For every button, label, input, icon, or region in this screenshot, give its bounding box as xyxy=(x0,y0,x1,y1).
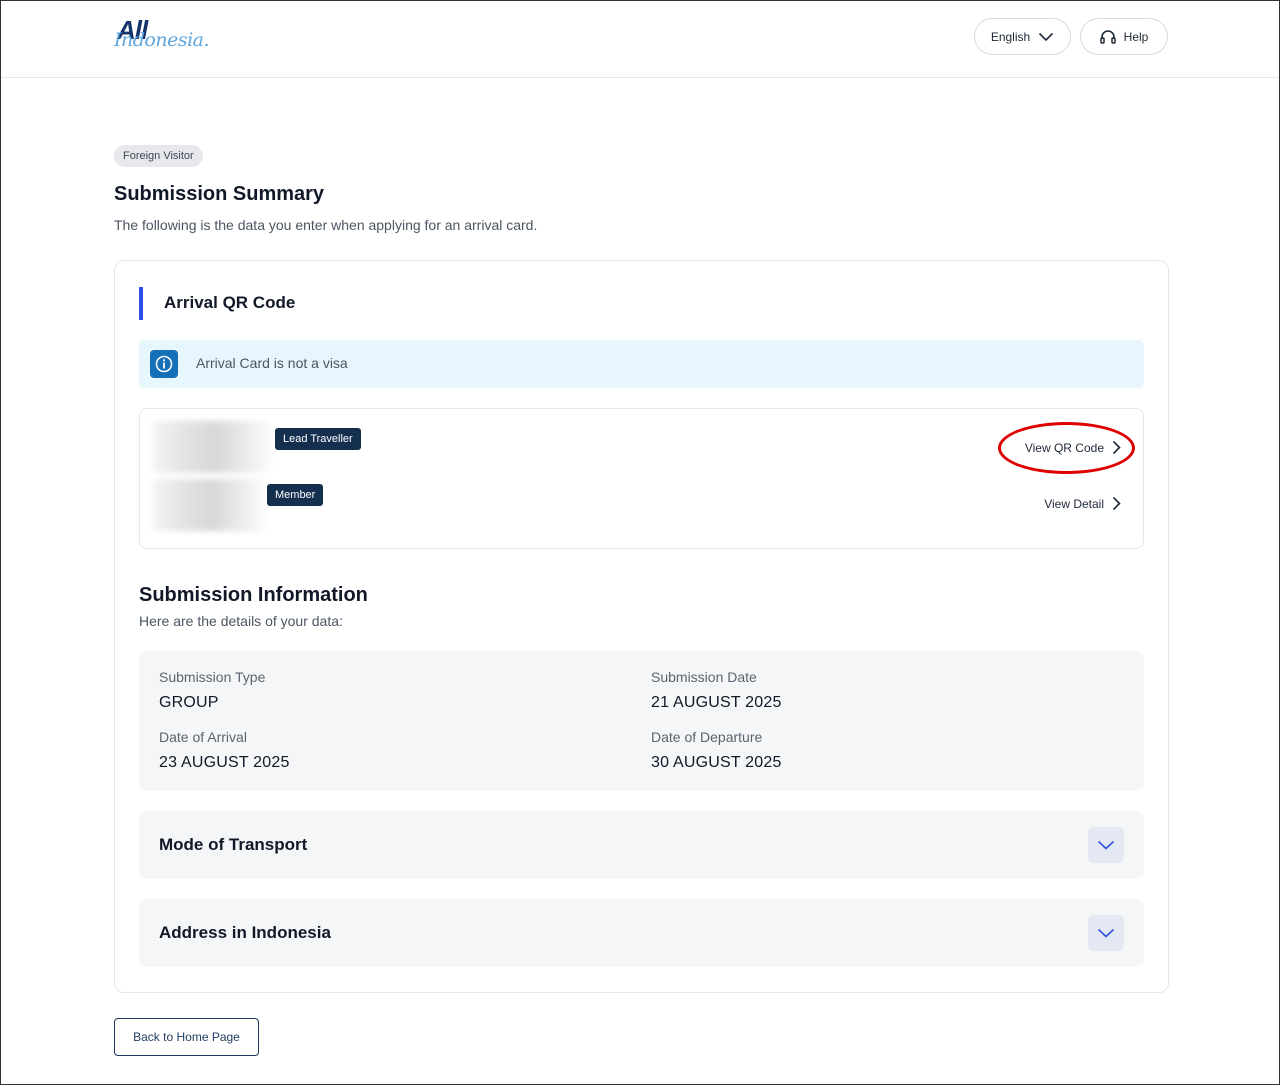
view-qr-code-link[interactable]: View QR Code xyxy=(1025,440,1121,455)
qr-section-title: Arrival QR Code xyxy=(164,293,296,312)
member-badge: Member xyxy=(267,484,324,506)
visitor-type-tag: Foreign Visitor xyxy=(114,145,203,167)
chevron-down-icon xyxy=(1097,928,1115,938)
logo-text-secondary: Indonesia. xyxy=(114,29,210,51)
lead-traveller-badge: Lead Traveller xyxy=(275,428,361,450)
language-selector[interactable]: English xyxy=(974,18,1071,55)
headset-icon xyxy=(1099,29,1116,44)
summary-card: Arrival QR Code Arrival Card is not a vi… xyxy=(114,260,1169,993)
view-qr-code-label: View QR Code xyxy=(1024,440,1104,455)
arrival-date-value: 23 AUGUST 2025 xyxy=(159,754,290,771)
chevron-right-icon xyxy=(1112,496,1121,511)
accordion-title: Mode of Transport xyxy=(159,835,308,854)
member-name-redacted xyxy=(152,479,264,531)
expand-toggle[interactable] xyxy=(1088,827,1124,863)
all-indonesia-logo[interactable]: All Indonesia. xyxy=(114,15,214,57)
section-accent-bar xyxy=(139,287,143,320)
visa-notice: Arrival Card is not a visa xyxy=(139,340,1144,388)
accordion-title: Address in Indonesia xyxy=(159,923,331,942)
view-detail-label: View Detail xyxy=(1044,496,1104,511)
accordion-address-in-indonesia[interactable]: Address in Indonesia xyxy=(139,899,1144,967)
expand-toggle[interactable] xyxy=(1088,915,1124,951)
back-to-home-button[interactable]: Back to Home Page xyxy=(114,1018,259,1056)
traveller-list: Lead Traveller View QR Code Member View … xyxy=(139,408,1144,549)
submission-date-label: Submission Date xyxy=(651,669,757,685)
departure-date-label: Date of Departure xyxy=(651,729,763,745)
traveller-name-redacted xyxy=(152,421,270,473)
help-label: Help xyxy=(1123,29,1149,44)
page-subtitle: The following is the data you enter when… xyxy=(114,217,538,233)
language-label: English xyxy=(990,29,1031,44)
arrival-date-label: Date of Arrival xyxy=(159,729,247,745)
info-section-subtitle: Here are the details of your data: xyxy=(139,613,343,629)
chevron-right-icon xyxy=(1112,440,1121,455)
info-icon xyxy=(150,350,178,378)
accordion-mode-of-transport[interactable]: Mode of Transport xyxy=(139,811,1144,879)
top-header: All Indonesia. English Help xyxy=(1,1,1279,78)
submission-date-value: 21 AUGUST 2025 xyxy=(651,694,782,711)
help-button[interactable]: Help xyxy=(1080,18,1168,55)
submission-details: Submission Type GROUP Submission Date 21… xyxy=(139,651,1144,791)
notice-text: Arrival Card is not a visa xyxy=(196,355,348,371)
departure-date-value: 30 AUGUST 2025 xyxy=(651,754,782,771)
view-detail-link[interactable]: View Detail xyxy=(1044,496,1121,511)
submission-type-value: GROUP xyxy=(159,694,219,711)
page-title: Submission Summary xyxy=(114,183,325,205)
chevron-down-icon xyxy=(1039,32,1054,41)
submission-type-label: Submission Type xyxy=(159,669,266,685)
info-section-title: Submission Information xyxy=(139,584,368,606)
chevron-down-icon xyxy=(1097,840,1115,850)
